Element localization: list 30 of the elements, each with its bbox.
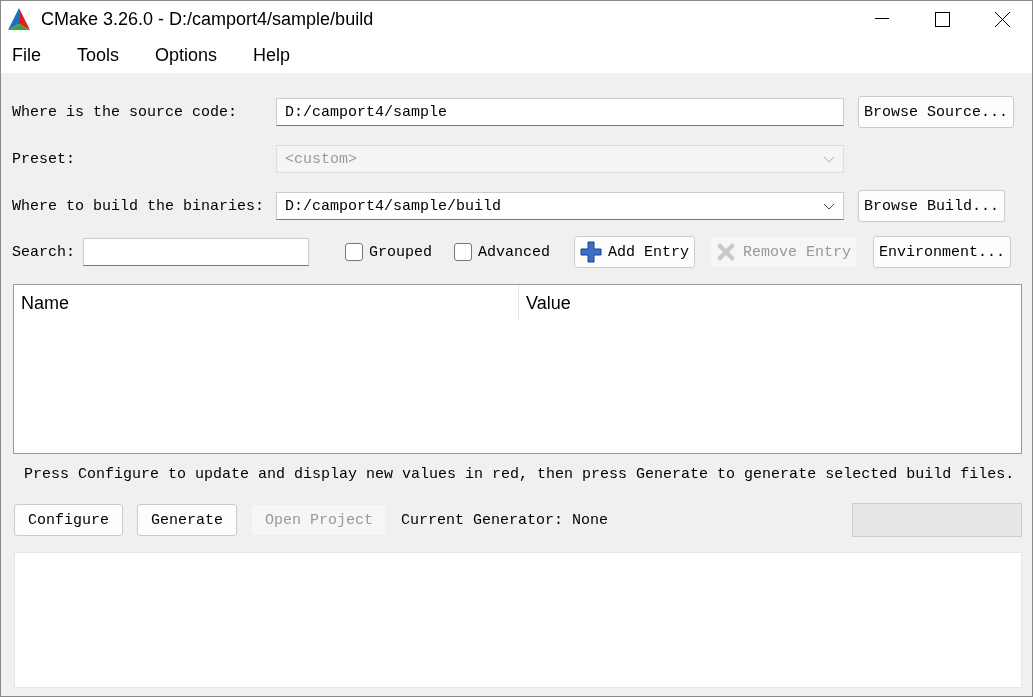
menu-item[interactable]: Options — [144, 44, 235, 66]
column-header[interactable]: Name — [14, 285, 519, 321]
plus-icon — [580, 241, 603, 263]
menu-item[interactable]: Help — [242, 44, 308, 66]
search-label: Search: — [12, 243, 75, 261]
triangle-logo-icon — [7, 7, 31, 31]
action-button[interactable]: Configure — [14, 504, 123, 536]
add-entry-button[interactable]: Add Entry — [574, 236, 696, 268]
minimize-icon[interactable] — [875, 18, 889, 20]
input-field[interactable]: D:/camport4/sample — [276, 98, 844, 126]
field-label: Preset: — [12, 150, 76, 168]
field-label: Where is the source code: — [12, 103, 239, 121]
environment-button[interactable]: Environment... — [873, 236, 1012, 268]
browse-button[interactable]: Browse Source... — [858, 96, 1015, 128]
column-header[interactable]: Value — [519, 285, 571, 321]
window-title: CMake 3.26.0 - D:/camport4/sample/build — [41, 8, 375, 30]
cross-icon — [715, 241, 738, 263]
menu-item[interactable]: File — [1, 44, 58, 66]
close-icon[interactable] — [994, 11, 1010, 27]
generator-label: Current Generator: None — [401, 511, 609, 529]
menu-item[interactable]: Tools — [66, 44, 137, 66]
maximize-icon[interactable] — [934, 11, 950, 27]
action-button[interactable]: Generate — [137, 504, 238, 536]
browse-button[interactable]: Browse Build... — [858, 190, 1006, 222]
search-field[interactable] — [83, 238, 309, 266]
hint-text: Press Configure to update and display new values in red, then press Generate to generate selected build files. — [24, 466, 1016, 485]
field-label: Where to build the binaries: — [12, 197, 266, 215]
checkbox[interactable]: Grouped — [345, 243, 433, 261]
checkbox[interactable]: Advanced — [454, 243, 551, 261]
combo-box[interactable]: D:/camport4/sample/build — [276, 192, 844, 220]
